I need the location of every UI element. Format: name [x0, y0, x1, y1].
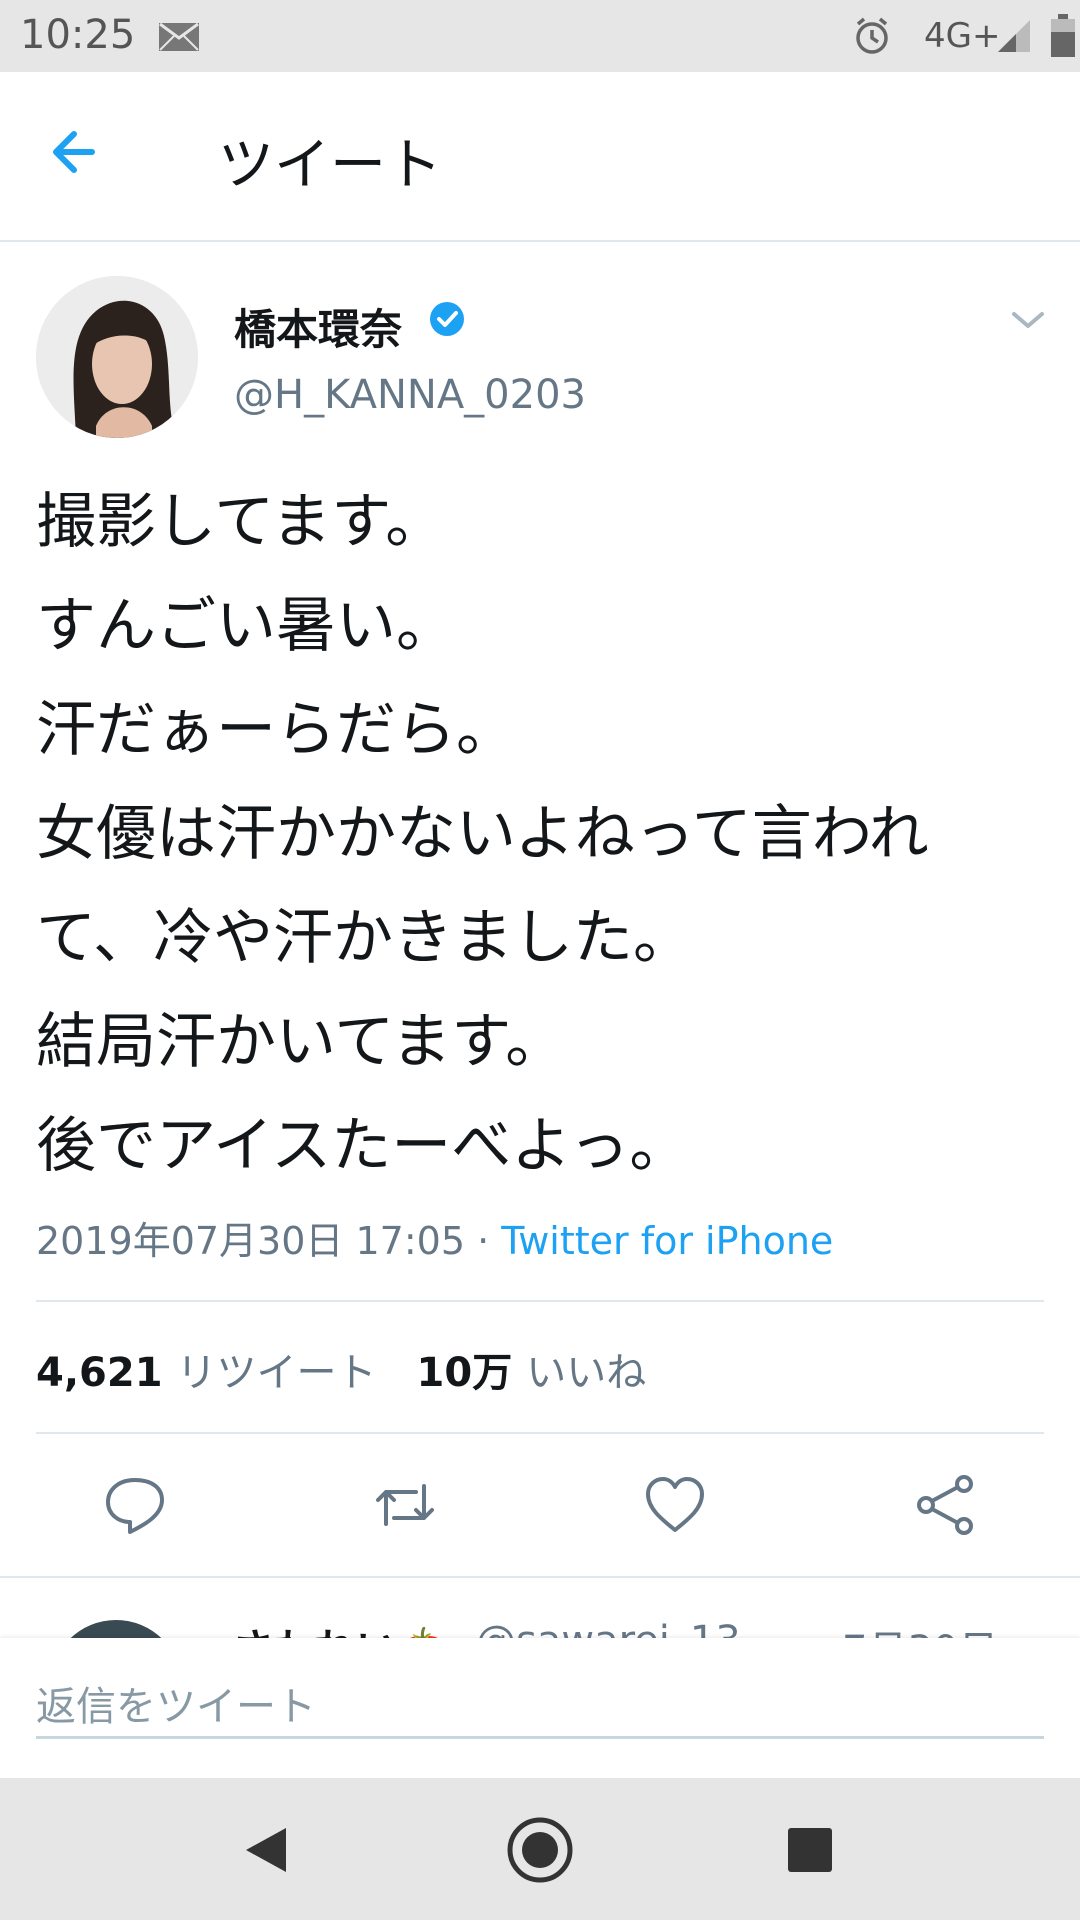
tweet-meta: 2019年07月30日 17:05 · Twitter for iPhone — [36, 1210, 833, 1265]
retweet-label: リツイート — [176, 1350, 377, 1396]
user-handle[interactable]: @H_KANNA_0203 — [234, 372, 586, 418]
reply-composer — [0, 1638, 1080, 1778]
nav-back-button[interactable] — [230, 1814, 302, 1886]
like-button[interactable] — [640, 1470, 710, 1540]
retweet-stat[interactable]: 4,621 リツイート — [36, 1350, 377, 1396]
system-nav-bar — [0, 1778, 1080, 1920]
reply-button[interactable] — [100, 1470, 170, 1540]
divider — [36, 1300, 1044, 1302]
avatar[interactable] — [36, 276, 198, 438]
tweet-line: 汗だぁーらだら。 — [36, 695, 516, 765]
triangle-back-icon — [246, 1828, 286, 1872]
reply-input[interactable] — [36, 1678, 1044, 1739]
verified-badge-icon — [428, 300, 466, 342]
network-label: 4G+ — [924, 16, 1001, 56]
retweet-count: 4,621 — [36, 1350, 163, 1396]
app-header: ツイート — [0, 72, 1080, 242]
display-name[interactable]: 橋本環奈 — [234, 296, 402, 357]
tweet-line: 女優は汗かかないよねって言われ — [36, 799, 929, 869]
tweet-timestamp: 2019年07月30日 17:05 — [36, 1219, 466, 1263]
status-bar: 10:25 4G+ — [0, 0, 1080, 72]
tweet-line: 撮影してます。 — [36, 487, 446, 557]
tweet-line: 後でアイスたーべよっ。 — [36, 1111, 690, 1181]
reply-item[interactable]: さわれい🍅 @sawarei_13 7月30日 — [0, 1578, 1080, 1638]
reply-handle: @sawarei_13 — [476, 1618, 741, 1638]
divider — [36, 1432, 1044, 1434]
retweet-button[interactable] — [370, 1470, 440, 1540]
battery-icon — [1050, 14, 1076, 62]
tweet-actions — [0, 1470, 1080, 1540]
like-count: 10万 — [416, 1350, 513, 1396]
chevron-down-icon — [1012, 312, 1044, 328]
tweet-menu-button[interactable] — [1006, 300, 1050, 340]
heart-icon — [646, 1477, 704, 1532]
back-button[interactable] — [44, 122, 124, 192]
tweet-text: 撮影してます。 すんごい暑い。 汗だぁーらだら。 女優は汗かかないよねって言われ… — [36, 470, 1046, 1198]
reply-date: 7月30日 — [842, 1618, 998, 1638]
tweet-line: すんごい暑い。 — [36, 591, 456, 661]
like-stat[interactable]: 10万 いいね — [417, 1350, 647, 1396]
meta-separator: · — [465, 1219, 502, 1263]
home-circle-icon — [507, 1817, 573, 1883]
status-time: 10:25 — [20, 12, 136, 58]
tweet-source-link[interactable]: Twitter for iPhone — [501, 1219, 833, 1263]
tweet-line: 結局汗かいてます。 — [36, 1007, 566, 1077]
reply-icon — [106, 1478, 164, 1534]
page-title: ツイート — [218, 133, 442, 198]
square-recents-icon — [788, 1828, 832, 1872]
tweet-stats: 4,621 リツイート 10万 いいね — [36, 1340, 646, 1398]
reply-avatar[interactable] — [50, 1620, 182, 1638]
nav-recents-button[interactable] — [774, 1814, 846, 1886]
nav-home-button[interactable] — [504, 1814, 576, 1886]
alarm-icon — [852, 16, 892, 60]
reply-display-name: さわれい🍅 — [232, 1616, 450, 1638]
retweet-icon — [376, 1484, 434, 1526]
share-button[interactable] — [910, 1470, 980, 1540]
signal-icon — [996, 18, 1032, 58]
share-icon — [917, 1475, 973, 1535]
like-label: いいね — [526, 1350, 647, 1396]
tweet-line: て、冷や汗かきました。 — [36, 903, 693, 973]
arrow-left-icon — [53, 131, 95, 173]
mail-icon — [158, 22, 200, 56]
